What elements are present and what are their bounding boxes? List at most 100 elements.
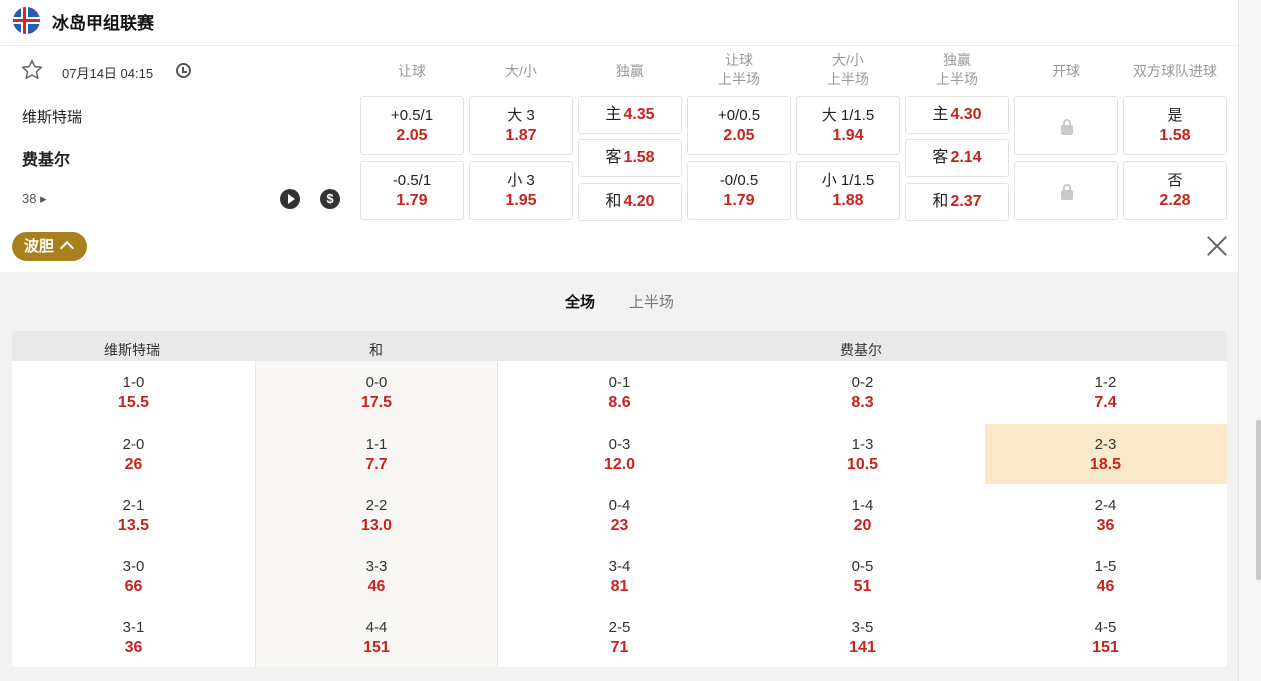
score-odds-cell[interactable]: 3-5 141 [741, 618, 984, 658]
score-odd: 81 [610, 578, 629, 595]
score-odd: 17.5 [360, 394, 393, 411]
odds-label: 是 [1167, 107, 1183, 124]
locked-odds-cell [1014, 96, 1118, 155]
score-odds-cell[interactable]: 1-1 7.7 [255, 435, 498, 475]
odds-column-header: 独赢 上半场 [936, 52, 978, 87]
score-odds-cell[interactable]: 2-5 71 [498, 618, 741, 658]
score-label: 1-1 [365, 436, 388, 453]
odds-value: 1.79 [396, 192, 428, 209]
correct-score-toggle-button[interactable]: 波胆 [12, 232, 87, 261]
scrollbar-thumb[interactable] [1256, 420, 1261, 580]
close-icon[interactable] [1205, 234, 1229, 258]
more-markets-link[interactable]: 38 ▸ [22, 191, 47, 207]
score-table-header: 维斯特瑞 和 费基尔 [12, 331, 1227, 361]
score-odd: 36 [124, 639, 143, 656]
odds-button-moneyline[interactable]: 主 4.35 [578, 96, 682, 134]
score-odds-cell[interactable]: 3-3 46 [255, 557, 498, 597]
score-odd: 151 [363, 639, 390, 656]
score-odd: 71 [610, 639, 629, 656]
score-odds-cell[interactable]: 4-5 151 [984, 618, 1227, 658]
score-label: 4-4 [365, 619, 388, 636]
score-label: 3-0 [122, 558, 145, 575]
odds-value: 4.20 [623, 193, 655, 210]
score-odds-cell[interactable]: 3-1 36 [12, 618, 255, 658]
page: 冰岛甲组联赛 07月14日 04:15 维斯特瑞 费基尔 38 ▸ $ 让球 大/… [0, 0, 1238, 681]
draw-column-header: 和 [369, 342, 383, 358]
score-odd: 15.5 [117, 394, 150, 411]
more-markets-count: 38 [22, 191, 37, 206]
chevron-right-icon: ▸ [40, 191, 47, 206]
score-odds-cell[interactable]: 0-3 12.0 [498, 435, 741, 475]
odds-label: -0.5/1 [392, 172, 432, 189]
score-label: 2-1 [122, 497, 145, 514]
dollar-icon[interactable]: $ [320, 189, 340, 209]
tab-first-half[interactable]: 上半场 [629, 291, 674, 312]
odds-label: +0.5/1 [390, 107, 434, 124]
odds-button-handicap-half[interactable]: -0/0.5 1.79 [687, 161, 791, 220]
odds-button-moneyline-half[interactable]: 主 4.30 [905, 96, 1009, 134]
odds-button-moneyline-half[interactable]: 和 2.37 [905, 183, 1009, 221]
odds-button-total-half[interactable]: 小 1/1.5 1.88 [796, 161, 900, 220]
score-odds-cell[interactable]: 1-0 15.5 [12, 373, 255, 413]
score-odd: 10.5 [846, 456, 879, 473]
score-label: 2-5 [608, 619, 631, 636]
score-odd: 66 [124, 578, 143, 595]
play-icon[interactable] [280, 189, 300, 209]
score-odd: 18.5 [1089, 456, 1122, 473]
odds-button-handicap-half[interactable]: +0/0.5 2.05 [687, 96, 791, 155]
odds-column-header: 大/小 [505, 63, 537, 79]
score-label: 4-5 [1094, 619, 1117, 636]
score-odd: 23 [610, 517, 629, 534]
odds-value: 1.58 [623, 149, 655, 166]
score-odds-cell[interactable]: 0-0 17.5 [255, 373, 498, 413]
odds-button-moneyline[interactable]: 和 4.20 [578, 183, 682, 221]
favorite-star-icon[interactable] [20, 58, 44, 82]
odds-button-moneyline-half[interactable]: 客 2.14 [905, 139, 1009, 177]
odds-label: +0/0.5 [717, 107, 761, 124]
score-odds-cell[interactable]: 0-5 51 [741, 557, 984, 597]
odds-button-total[interactable]: 大 3 1.87 [469, 96, 573, 155]
odds-column-header: 让球 上半场 [718, 52, 760, 87]
odds-button-btts[interactable]: 否 2.28 [1123, 161, 1227, 220]
odds-button-total[interactable]: 小 3 1.95 [469, 161, 573, 220]
score-odds-cell[interactable]: 2-1 13.5 [12, 496, 255, 536]
score-odds-cell[interactable]: 2-4 36 [984, 496, 1227, 536]
score-odds-cell[interactable]: 2-3 18.5 [984, 435, 1227, 475]
odds-button-handicap[interactable]: -0.5/1 1.79 [360, 161, 464, 220]
odds-column-header: 双方球队进球 [1133, 63, 1217, 79]
score-odds-cell[interactable]: 0-1 8.6 [498, 373, 741, 413]
score-odds-cell[interactable]: 0-4 23 [498, 496, 741, 536]
score-label: 0-0 [365, 374, 388, 391]
score-odds-cell[interactable]: 1-2 7.4 [984, 373, 1227, 413]
score-odds-cell[interactable]: 1-3 10.5 [741, 435, 984, 475]
score-odds-cell[interactable]: 3-0 66 [12, 557, 255, 597]
score-odds-cell[interactable]: 1-5 46 [984, 557, 1227, 597]
score-label: 1-5 [1094, 558, 1117, 575]
correct-score-table: 维斯特瑞 和 费基尔 1-0 15.5 2-0 26 2-1 13.5 3-0 66 3-1 36… [12, 331, 1227, 667]
score-odds-cell[interactable]: 4-4 151 [255, 618, 498, 658]
score-odd: 7.7 [365, 456, 388, 473]
score-odds-cell[interactable]: 2-2 13.0 [255, 496, 498, 536]
score-odds-cell[interactable]: 1-4 20 [741, 496, 984, 536]
odds-label: 大 3 [507, 107, 535, 124]
odds-button-moneyline[interactable]: 客 1.58 [578, 139, 682, 177]
score-label: 0-5 [851, 558, 874, 575]
score-odds-cell[interactable]: 3-4 81 [498, 557, 741, 597]
score-odds-cell[interactable]: 0-2 8.3 [741, 373, 984, 413]
odds-value: 1.95 [505, 192, 537, 209]
score-label: 1-2 [1094, 374, 1117, 391]
score-odds-cell[interactable]: 2-0 26 [12, 435, 255, 475]
odds-button-total-half[interactable]: 大 1/1.5 1.94 [796, 96, 900, 155]
odds-button-handicap[interactable]: +0.5/1 2.05 [360, 96, 464, 155]
tab-full-time[interactable]: 全场 [565, 291, 595, 312]
odds-column-header: 开球 [1052, 63, 1080, 79]
score-odd: 36 [1096, 517, 1115, 534]
score-label: 2-4 [1094, 497, 1117, 514]
score-label: 0-2 [851, 374, 874, 391]
home-column-header: 维斯特瑞 [104, 342, 160, 358]
score-label: 1-4 [851, 497, 874, 514]
locked-odds-cell [1014, 161, 1118, 220]
odds-button-btts[interactable]: 是 1.58 [1123, 96, 1227, 155]
score-label: 2-2 [365, 497, 388, 514]
score-odd: 141 [849, 639, 876, 656]
